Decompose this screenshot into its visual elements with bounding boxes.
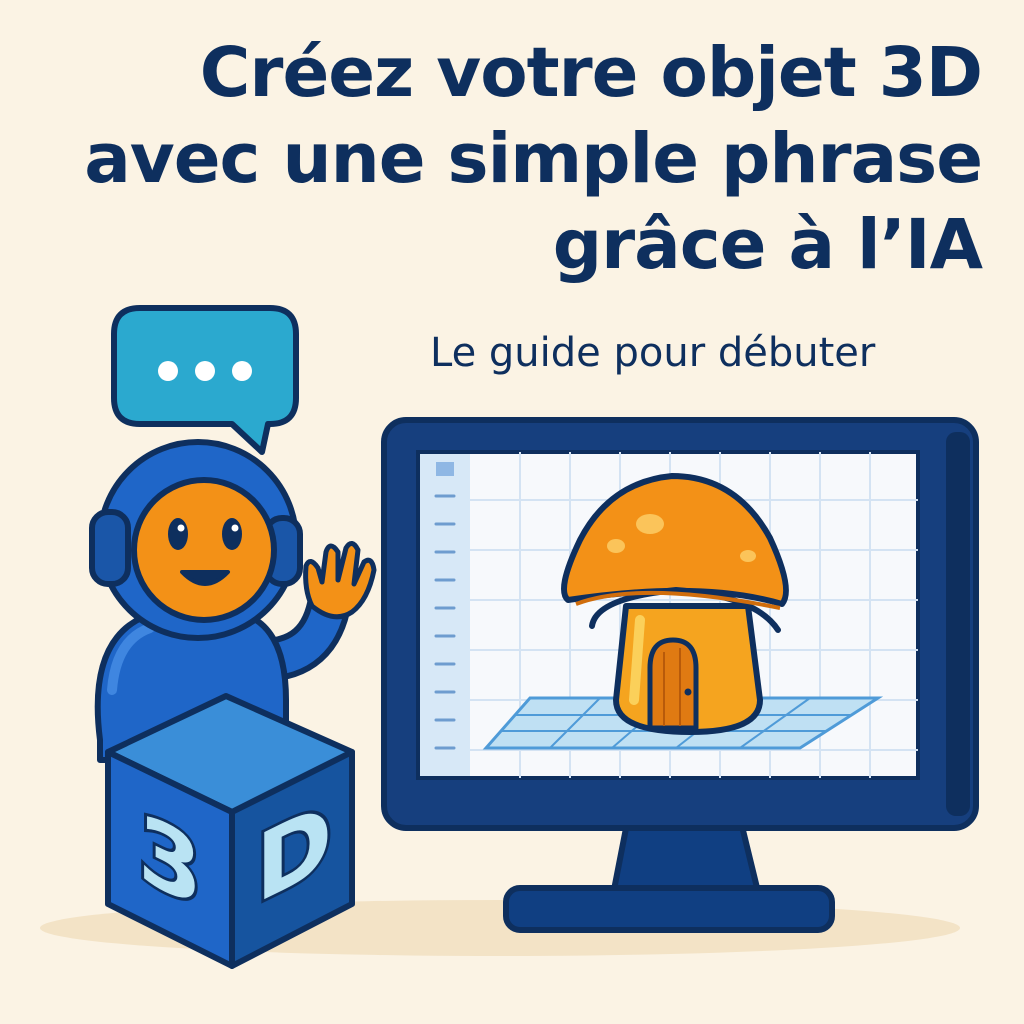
cube-3d: 3 D [105,693,355,969]
waving-hand-icon [303,541,377,620]
speech-bubble-icon [111,305,299,455]
monitor [381,417,979,933]
screen [416,450,920,780]
illustration: 3 D [40,305,979,969]
editor-sidebar [420,454,470,776]
